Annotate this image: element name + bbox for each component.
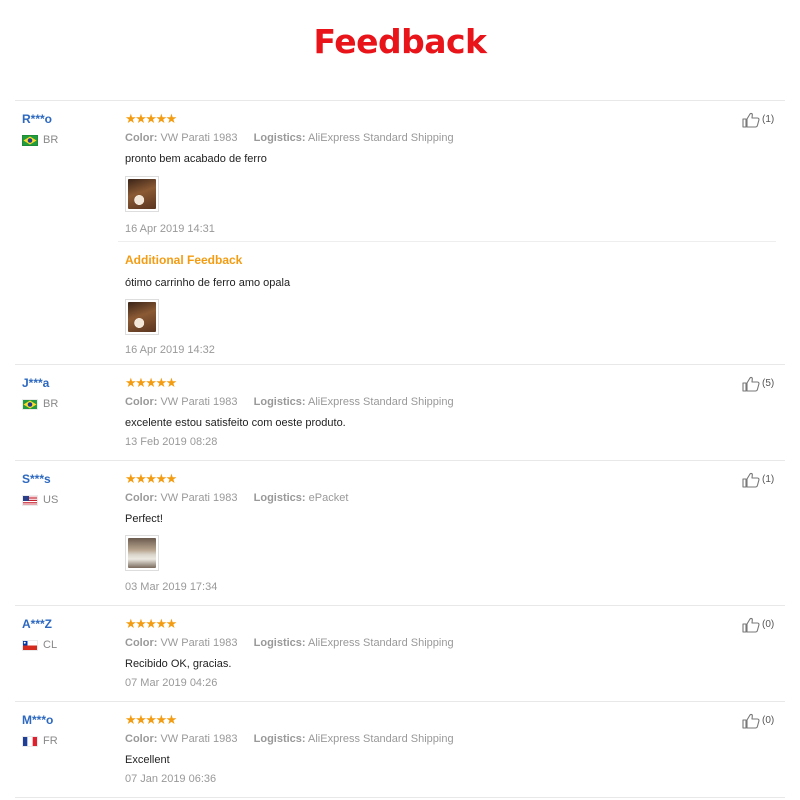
country-code: BR <box>43 398 59 410</box>
reviewer-name[interactable]: M***o <box>22 713 58 727</box>
logistics-label: Logistics: <box>253 492 306 504</box>
logistics-value: AliExpress Standard Shipping <box>308 733 454 745</box>
star-rating: ★★★★★ <box>125 375 177 390</box>
review-date: 07 Jan 2019 06:36 <box>125 773 217 785</box>
star-rating: ★★★★★ <box>125 111 177 126</box>
review-content: ★★★★★ Color: VW Parati 1983 Logistics: e… <box>125 472 725 594</box>
color-value: VW Parati 1983 <box>160 132 238 144</box>
country-code: FR <box>43 735 58 747</box>
divider <box>15 364 785 365</box>
review-content: ★★★★★ Color: VW Parati 1983 Logistics: A… <box>125 376 725 449</box>
reviewer-name[interactable]: A***Z <box>22 617 57 631</box>
review-photo[interactable] <box>125 176 159 212</box>
order-info: Color: VW Parati 1983 Logistics: ePacket <box>125 491 725 505</box>
divider <box>15 460 785 461</box>
logistics-value: AliExpress Standard Shipping <box>308 132 454 144</box>
helpful-count: (1) <box>762 114 775 125</box>
br-flag-icon <box>22 398 38 410</box>
inner-divider <box>118 241 776 242</box>
review-content: ★★★★★ Color: VW Parati 1983 Logistics: A… <box>125 112 725 357</box>
review-date: 16 Apr 2019 14:31 <box>125 223 215 235</box>
helpful-button[interactable]: (0) <box>742 713 774 729</box>
page-title: Feedback <box>313 22 488 61</box>
logistics-value: AliExpress Standard Shipping <box>308 396 454 408</box>
color-label: Color: <box>125 637 158 649</box>
review-date: 13 Feb 2019 08:28 <box>125 436 218 448</box>
thumbs-up-icon <box>742 376 760 392</box>
reviewer-info: A***Z CL <box>22 617 57 651</box>
reviewer-info: S***s US <box>22 472 58 506</box>
color-label: Color: <box>125 396 158 408</box>
additional-feedback-date: 16 Apr 2019 14:32 <box>125 344 215 356</box>
helpful-count: (0) <box>762 715 775 726</box>
cl-flag-icon <box>22 639 38 651</box>
reviewer-country: BR <box>22 134 58 146</box>
order-info: Color: VW Parati 1983 Logistics: AliExpr… <box>125 732 725 746</box>
logistics-label: Logistics: <box>253 396 306 408</box>
reviewer-name[interactable]: J***a <box>22 376 58 390</box>
helpful-count: (1) <box>762 474 775 485</box>
color-label: Color: <box>125 132 158 144</box>
order-info: Color: VW Parati 1983 Logistics: AliExpr… <box>125 636 725 650</box>
order-info: Color: VW Parati 1983 Logistics: AliExpr… <box>125 395 725 409</box>
divider <box>15 605 785 606</box>
star-rating: ★★★★★ <box>125 471 177 486</box>
logistics-label: Logistics: <box>253 132 306 144</box>
review-text: excelente estou satisfeito com oeste pro… <box>125 417 346 429</box>
star-rating: ★★★★★ <box>125 712 177 727</box>
reviewer-country: BR <box>22 398 58 410</box>
review-photo[interactable] <box>125 535 159 571</box>
review-content: ★★★★★ Color: VW Parati 1983 Logistics: A… <box>125 617 725 690</box>
logistics-label: Logistics: <box>253 733 306 745</box>
divider <box>15 100 785 101</box>
br-flag-icon <box>22 134 38 146</box>
divider <box>15 701 785 702</box>
review-date: 07 Mar 2019 04:26 <box>125 677 218 689</box>
color-value: VW Parati 1983 <box>160 637 238 649</box>
review-date: 03 Mar 2019 17:34 <box>125 581 218 593</box>
additional-feedback-text: ótimo carrinho de ferro amo opala <box>125 277 291 289</box>
color-value: VW Parati 1983 <box>160 396 238 408</box>
color-value: VW Parati 1983 <box>160 492 238 504</box>
us-flag-icon <box>22 494 38 506</box>
thumbs-up-icon <box>742 472 760 488</box>
country-code: US <box>43 494 59 506</box>
review-text: pronto bem acabado de ferro <box>125 153 267 165</box>
helpful-count: (0) <box>762 619 775 630</box>
reviewer-name[interactable]: R***o <box>22 112 58 126</box>
helpful-button[interactable]: (5) <box>742 376 774 392</box>
fr-flag-icon <box>22 735 38 747</box>
reviewer-country: FR <box>22 735 58 747</box>
thumbs-up-icon <box>742 617 760 633</box>
logistics-value: AliExpress Standard Shipping <box>308 637 454 649</box>
order-info: Color: VW Parati 1983 Logistics: AliExpr… <box>125 131 725 145</box>
thumbs-up-icon <box>742 713 760 729</box>
logistics-value: ePacket <box>308 492 349 504</box>
divider <box>15 797 785 798</box>
additional-feedback-photo[interactable] <box>125 299 159 335</box>
helpful-button[interactable]: (0) <box>742 617 774 633</box>
color-value: VW Parati 1983 <box>160 733 238 745</box>
helpful-button[interactable]: (1) <box>742 472 774 488</box>
color-label: Color: <box>125 492 158 504</box>
reviewer-info: J***a BR <box>22 376 58 410</box>
additional-feedback-title: Additional Feedback <box>125 253 243 267</box>
thumbs-up-icon <box>742 112 760 128</box>
star-rating: ★★★★★ <box>125 616 177 631</box>
review-text: Excellent <box>125 754 170 766</box>
review-text: Recibido OK, gracias. <box>125 658 232 670</box>
reviewer-name[interactable]: S***s <box>22 472 58 486</box>
logistics-label: Logistics: <box>253 637 306 649</box>
review-text: Perfect! <box>125 513 163 525</box>
reviewer-country: US <box>22 494 58 506</box>
country-code: CL <box>43 639 58 651</box>
helpful-button[interactable]: (1) <box>742 112 774 128</box>
country-code: BR <box>43 134 59 146</box>
reviewer-info: R***o BR <box>22 112 58 146</box>
color-label: Color: <box>125 733 158 745</box>
reviewer-country: CL <box>22 639 57 651</box>
helpful-count: (5) <box>762 378 775 389</box>
review-content: ★★★★★ Color: VW Parati 1983 Logistics: A… <box>125 713 725 786</box>
reviewer-info: M***o FR <box>22 713 58 747</box>
